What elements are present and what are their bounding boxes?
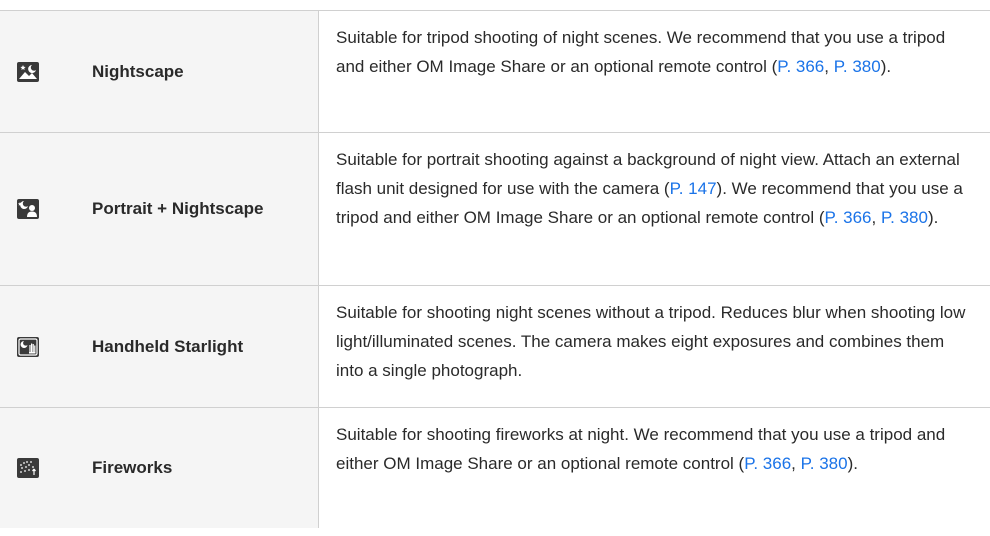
page-link[interactable]: P. 380 bbox=[801, 454, 848, 473]
table-row: Portrait + Nightscape Suitable for portr… bbox=[0, 133, 990, 286]
mode-cell: Portrait + Nightscape bbox=[0, 133, 319, 285]
separator-text: , bbox=[871, 208, 881, 227]
description-text: ). bbox=[927, 208, 939, 227]
description-text: ). bbox=[847, 454, 858, 473]
page-link[interactable]: P. 380 bbox=[881, 208, 928, 227]
nightscape-icon bbox=[17, 61, 39, 82]
fireworks-icon bbox=[17, 458, 39, 478]
mode-description: Suitable for tripod shooting of night sc… bbox=[319, 11, 990, 132]
mode-cell: Fireworks bbox=[0, 408, 319, 528]
portrait-nightscape-icon bbox=[17, 199, 39, 219]
separator-text: , bbox=[791, 454, 801, 473]
mode-name: Portrait + Nightscape bbox=[92, 199, 264, 218]
page-link[interactable]: P. 366 bbox=[744, 454, 791, 473]
scene-mode-table: Nightscape Suitable for tripod shooting … bbox=[0, 10, 990, 528]
page-link[interactable]: P. 366 bbox=[777, 57, 824, 76]
table-row: Handheld Starlight Suitable for shooting… bbox=[0, 286, 990, 408]
table-row: Fireworks Suitable for shooting firework… bbox=[0, 408, 990, 528]
mode-description: Suitable for portrait shooting against a… bbox=[319, 133, 990, 285]
mode-name: Fireworks bbox=[92, 458, 173, 477]
page-link[interactable]: P. 147 bbox=[670, 179, 717, 198]
description-text: Suitable for shooting night scenes witho… bbox=[336, 303, 966, 380]
mode-description: Suitable for shooting fireworks at night… bbox=[319, 408, 990, 528]
table-row: Nightscape Suitable for tripod shooting … bbox=[0, 11, 990, 133]
page-link[interactable]: P. 366 bbox=[825, 208, 872, 227]
mode-cell: Handheld Starlight bbox=[0, 286, 319, 407]
mode-cell: Nightscape bbox=[0, 11, 319, 132]
handheld-starlight-icon bbox=[17, 336, 39, 357]
mode-name: Handheld Starlight bbox=[92, 336, 244, 356]
mode-name: Nightscape bbox=[92, 61, 184, 81]
description-text: ). bbox=[880, 57, 892, 76]
separator-text: , bbox=[824, 57, 834, 76]
mode-description: Suitable for shooting night scenes witho… bbox=[319, 286, 990, 407]
page-link[interactable]: P. 380 bbox=[834, 57, 881, 76]
